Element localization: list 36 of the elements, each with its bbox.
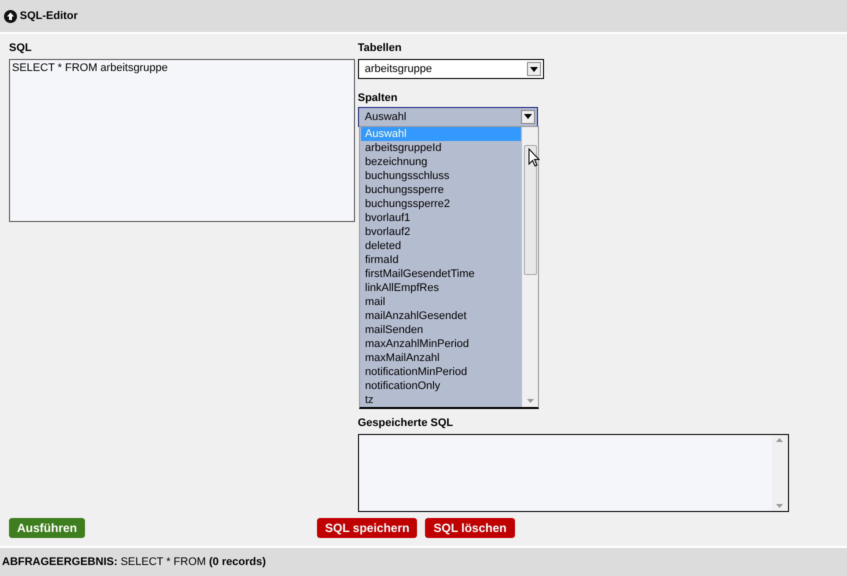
dropdown-option[interactable]: notificationMinPeriod <box>361 365 521 379</box>
dropdown-option[interactable]: bvorlauf1 <box>361 211 521 225</box>
dropdown-option[interactable]: deleted <box>361 239 521 253</box>
scrollbar-thumb[interactable] <box>524 145 536 275</box>
query-result-text: ABFRAGEERGEBNIS: SELECT * FROM (0 records) <box>2 554 266 570</box>
dropdown-option[interactable]: buchungssperre <box>361 183 521 197</box>
panel-title: SQL-Editor <box>20 8 78 24</box>
columns-label: Spalten <box>358 91 398 106</box>
sql-label: SQL <box>9 41 33 56</box>
dropdown-option[interactable]: notificationOnly <box>361 379 521 393</box>
dropdown-option[interactable]: linkAllEmpfRes <box>361 281 521 295</box>
dropdown-option[interactable]: firmaId <box>361 253 521 267</box>
dropdown-option[interactable]: tz <box>361 393 521 407</box>
dropdown-option[interactable]: mailAnzahlGesendet <box>361 309 521 323</box>
dropdown-option[interactable]: mailSenden <box>361 323 521 337</box>
saved-sql-label: Gespeicherte SQL <box>358 416 454 431</box>
dropdown-option[interactable]: maxAnzahlMinPeriod <box>361 337 521 351</box>
action-button[interactable]: SQL speichern <box>317 518 418 538</box>
dropdown-option[interactable]: buchungssperre2 <box>361 197 521 211</box>
dropdown-option[interactable]: mail <box>361 295 521 309</box>
caret-icon <box>524 114 532 120</box>
mouse-cursor-icon <box>528 148 540 167</box>
sql-input[interactable]: SELECT * FROM arbeitsgruppe <box>9 59 355 222</box>
dropdown-option[interactable]: bvorlauf2 <box>361 225 521 239</box>
dropdown-option[interactable]: bezeichnung <box>361 155 521 169</box>
dropdown-option[interactable]: firstMailGesendetTime <box>361 267 521 281</box>
dropdown-option[interactable]: maxMailAnzahl <box>361 351 521 365</box>
caret-icon <box>530 66 538 72</box>
action-button[interactable]: SQL löschen <box>425 518 515 538</box>
dropdown-option[interactable]: arbeitsgruppeId <box>361 141 521 155</box>
tables-label: Tabellen <box>358 41 403 56</box>
dropdown-option[interactable]: buchungsschluss <box>361 169 521 183</box>
tables-select[interactable]: arbeitsgruppe <box>358 59 544 80</box>
columns-select[interactable]: Auswahl <box>358 106 538 127</box>
collapse-up-icon[interactable] <box>4 10 17 22</box>
action-button[interactable]: Ausführen <box>9 518 85 538</box>
